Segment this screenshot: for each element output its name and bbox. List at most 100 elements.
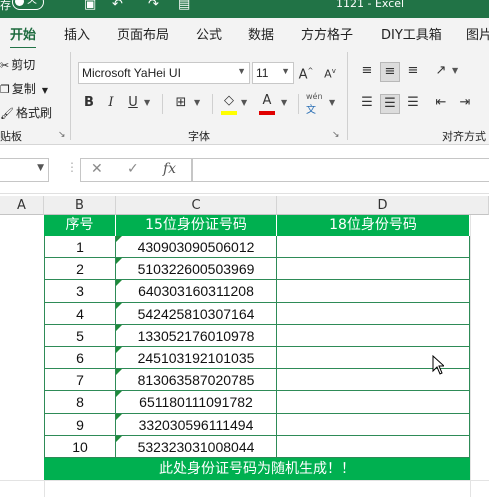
- resize-handle-icon[interactable]: ⋮: [66, 160, 78, 174]
- copy-button[interactable]: ❐ 复制 ▼: [0, 80, 48, 97]
- id15-cell[interactable]: 813063587020785: [116, 369, 277, 392]
- undo-icon[interactable]: ↶: [112, 0, 123, 12]
- confirm-icon[interactable]: ✓: [127, 161, 139, 177]
- save-icon[interactable]: ▣: [84, 0, 96, 12]
- font-size-select[interactable]: 11 ▼: [252, 62, 294, 84]
- dialog-launcher-icon[interactable]: ↘: [58, 130, 66, 140]
- row-number-cell[interactable]: 5: [44, 324, 116, 347]
- id18-cell[interactable]: [277, 236, 470, 259]
- copy-label: 复制: [11, 82, 36, 96]
- id15-cell[interactable]: 430903090506012: [116, 236, 277, 259]
- row-number-cell[interactable]: 3: [44, 280, 116, 303]
- cancel-icon[interactable]: ✕: [91, 161, 103, 177]
- error-indicator-icon: [116, 391, 122, 398]
- italic-button[interactable]: I: [102, 94, 120, 112]
- header-seq[interactable]: 序号: [44, 215, 116, 236]
- column-header-b[interactable]: B: [44, 196, 116, 215]
- chevron-down-icon[interactable]: ▼: [281, 98, 287, 107]
- id18-cell[interactable]: [277, 413, 470, 436]
- insert-function-icon[interactable]: fx: [163, 161, 176, 177]
- title-bar: 存 关 ▣ ↶ ↷ ▤ 1121 - Excel: [0, 0, 489, 18]
- row-number-cell[interactable]: 10: [44, 435, 116, 458]
- formula-input[interactable]: [192, 158, 489, 182]
- tab-data[interactable]: 数据: [248, 24, 274, 43]
- error-indicator-icon: [116, 347, 122, 353]
- phonetic-char: 文: [306, 105, 316, 116]
- align-right-icon[interactable]: ☰: [404, 94, 422, 112]
- id15-cell[interactable]: 133052176010978: [116, 324, 277, 347]
- format-painter-button[interactable]: 🖌 格式刷: [0, 104, 52, 121]
- row-number-cell[interactable]: 1: [44, 236, 116, 259]
- decrease-indent-icon[interactable]: ⇤: [432, 94, 450, 112]
- name-box[interactable]: ▼: [0, 158, 49, 182]
- header-id15[interactable]: 15位身份证号码: [116, 215, 277, 236]
- column-header-d[interactable]: D: [277, 196, 489, 215]
- column-header-c[interactable]: C: [116, 196, 277, 215]
- borders-icon[interactable]: ⊞: [172, 94, 190, 112]
- row-number-cell[interactable]: 2: [44, 258, 116, 281]
- phonetic-button[interactable]: wén 文: [306, 92, 323, 116]
- row-number-cell[interactable]: 4: [44, 302, 116, 325]
- id15-cell[interactable]: 245103192101035: [116, 347, 277, 370]
- window-title: 1121 - Excel: [336, 0, 405, 10]
- chevron-down-icon[interactable]: ▼: [452, 66, 458, 75]
- font-name-select[interactable]: Microsoft YaHei UI ▼: [78, 62, 250, 84]
- font-color-bar: [259, 111, 275, 115]
- id15-cell[interactable]: 651180111091782: [116, 391, 277, 414]
- id15-cell[interactable]: 532323031008044: [116, 435, 277, 458]
- id18-cell[interactable]: [277, 435, 470, 458]
- id15-value: 430903090506012: [137, 239, 255, 255]
- id15-cell[interactable]: 640303160311208: [116, 280, 277, 303]
- copy-icon: ❐: [0, 83, 10, 96]
- row-number-cell[interactable]: 7: [44, 369, 116, 392]
- align-center-icon[interactable]: ☰: [380, 94, 400, 114]
- grow-font-button[interactable]: A^: [297, 62, 315, 82]
- id15-cell[interactable]: 542425810307164: [116, 302, 277, 325]
- row-number-cell[interactable]: 9: [44, 413, 116, 436]
- id18-cell[interactable]: [277, 391, 470, 414]
- error-indicator-icon: [116, 258, 122, 265]
- tab-page-layout[interactable]: 页面布局: [117, 24, 169, 43]
- chevron-down-icon: ▼: [37, 163, 44, 173]
- redo-icon[interactable]: ↷: [148, 0, 159, 12]
- align-bottom-icon[interactable]: ≡: [404, 62, 422, 80]
- cut-button[interactable]: ✂ 剪切: [0, 56, 35, 73]
- tab-formulas[interactable]: 公式: [196, 24, 222, 43]
- id18-cell[interactable]: [277, 258, 470, 281]
- chevron-down-icon[interactable]: ▼: [194, 98, 200, 107]
- align-middle-icon[interactable]: ≡: [380, 62, 400, 82]
- shrink-font-button[interactable]: Av: [321, 62, 339, 81]
- footer-note[interactable]: 此处身份证号码为随机生成！！: [44, 458, 470, 480]
- id18-cell[interactable]: [277, 302, 470, 325]
- id18-cell[interactable]: [277, 280, 470, 303]
- quick-access-icon[interactable]: ▤: [178, 0, 190, 12]
- tab-diy-toolbox[interactable]: DIY工具箱: [381, 24, 442, 43]
- align-top-icon[interactable]: ≡: [358, 62, 376, 80]
- column-header-a[interactable]: A: [0, 196, 44, 215]
- row-number-cell[interactable]: 8: [44, 391, 116, 414]
- tab-fangfang[interactable]: 方方格子: [301, 24, 353, 43]
- tab-insert[interactable]: 插入: [64, 24, 90, 43]
- id18-cell[interactable]: [277, 324, 470, 347]
- row-number-cell[interactable]: 6: [44, 347, 116, 370]
- group-divider: [212, 94, 213, 114]
- tab-home[interactable]: 开始: [10, 24, 37, 49]
- align-left-icon[interactable]: ☰: [358, 94, 376, 112]
- font-color-button[interactable]: A: [258, 92, 276, 110]
- underline-button[interactable]: U: [124, 94, 142, 112]
- autosave-toggle[interactable]: 关: [12, 0, 44, 10]
- orientation-icon[interactable]: ↗: [432, 62, 450, 80]
- id15-value: 133052176010978: [137, 327, 255, 344]
- id15-cell[interactable]: 510322600503969: [116, 258, 277, 281]
- fill-color-icon[interactable]: ◇: [220, 92, 238, 110]
- chevron-down-icon[interactable]: ▼: [241, 98, 247, 107]
- chevron-down-icon[interactable]: ▼: [329, 98, 335, 107]
- tab-picture[interactable]: 图片: [466, 24, 489, 43]
- header-id18[interactable]: 18位身份号码: [277, 215, 470, 236]
- chevron-down-icon[interactable]: ▼: [144, 98, 150, 107]
- bold-button[interactable]: B: [80, 94, 98, 112]
- id15-value: 813063587020785: [137, 372, 255, 389]
- id15-cell[interactable]: 332030596111494: [116, 413, 277, 436]
- increase-indent-icon[interactable]: ⇥: [456, 94, 474, 112]
- dialog-launcher-icon[interactable]: ↘: [332, 130, 340, 140]
